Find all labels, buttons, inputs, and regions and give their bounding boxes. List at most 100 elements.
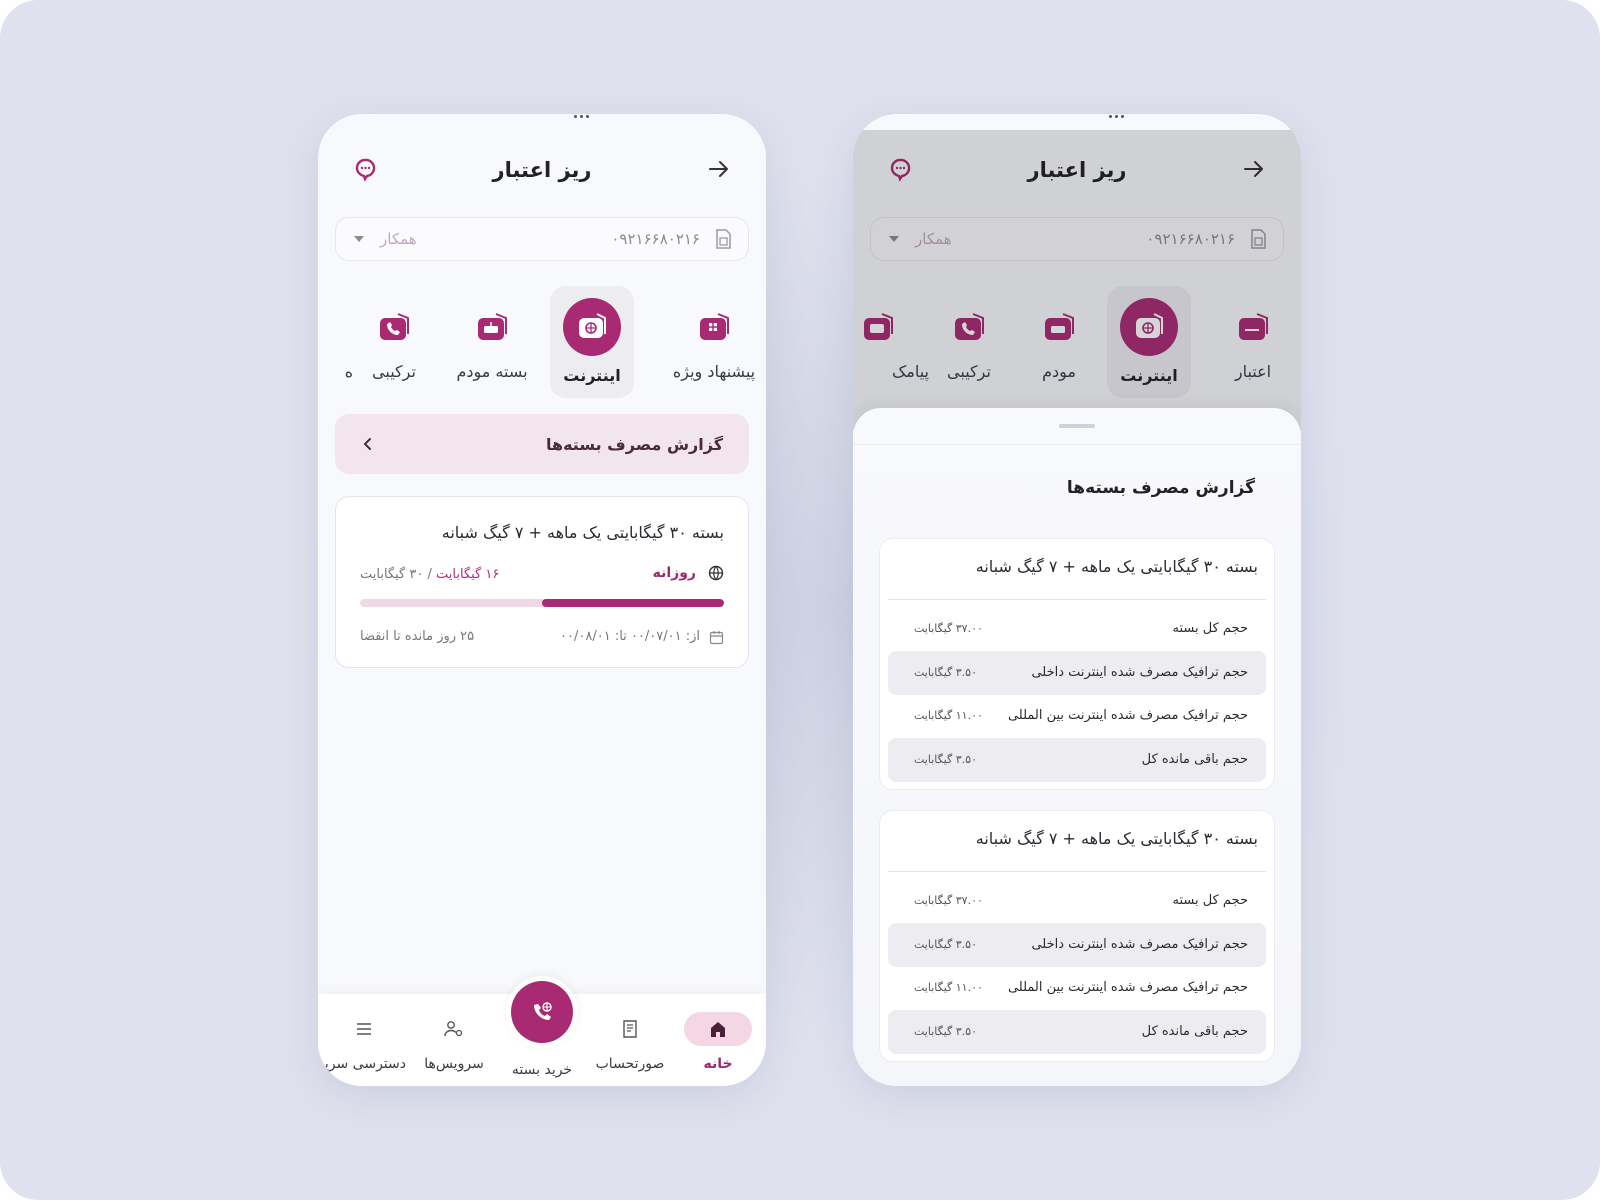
modem-icon xyxy=(1039,308,1079,348)
row-value: ۱۱.۰۰ گیگابایت xyxy=(914,981,983,994)
tab-special-offer[interactable]: پیشنهاد ویژه xyxy=(672,286,756,398)
usage-report-label: گزارش مصرف بسته‌ها xyxy=(545,434,723,454)
page-title: ریز اعتبار xyxy=(1027,158,1127,182)
report-row: حجم باقی مانده کل ۳.۵۰ گیگابایت xyxy=(888,1010,1266,1054)
header: ریز اعتبار xyxy=(318,140,766,200)
package-usage: ۱۶ گیگابایت / ۳۰ گیگابایت xyxy=(360,567,499,582)
nav-home[interactable]: خانه xyxy=(674,1012,762,1078)
line-selector[interactable]: ۰۹۲۱۶۶۸۰۲۱۶ همکار xyxy=(870,217,1284,261)
category-tabs: اعتبار اینترنت مودم ترکیبی پیامک xyxy=(853,286,1301,402)
support-chat-icon[interactable] xyxy=(352,156,378,182)
days-remaining: ۲۵ روز مانده تا انقضا xyxy=(360,629,475,644)
tab-combo[interactable]: ترکیبی xyxy=(352,286,436,398)
line-selector[interactable]: ۰۹۲۱۶۶۸۰۲۱۶ همکار xyxy=(335,217,749,261)
row-label: حجم باقی مانده کل xyxy=(1141,752,1248,767)
buy-package-label: خرید بسته xyxy=(511,1062,573,1078)
tab-sms[interactable]: پیامک xyxy=(853,286,929,398)
report-row: حجم ترافیک مصرف شده اینترنت داخلی ۳.۵۰ گ… xyxy=(888,651,1266,695)
tab-label: ه xyxy=(344,362,354,381)
usage-progress-bar xyxy=(360,599,724,607)
sim-card-icon xyxy=(712,228,734,250)
used-amount: ۱۶ گیگابایت xyxy=(435,567,500,582)
right-phone-screen: ریز اعتبار ۰۹۲۱۶۶۸۰۲۱۶ همکار اعتبار اینت… xyxy=(853,114,1301,1086)
tab-label: مودم xyxy=(1042,362,1076,381)
row-label: حجم ترافیک مصرف شده اینترنت بین المللی xyxy=(1007,708,1248,723)
nav-label: خانه xyxy=(703,1056,733,1072)
tab-label: پیشنهاد ویژه xyxy=(672,362,756,381)
package-card[interactable]: بسته ۳۰ گیگابایتی یک ماهه + ۷ گیگ شبانه … xyxy=(335,496,749,668)
report-row: حجم کل بسته ۳۷.۰۰ گیگابایت xyxy=(888,607,1266,651)
row-label: حجم ترافیک مصرف شده اینترنت داخلی xyxy=(1031,665,1248,680)
status-notch xyxy=(487,114,597,120)
left-phone-screen: ریز اعتبار ۰۹۲۱۶۶۸۰۲۱۶ همکار پیشنهاد ویژ… xyxy=(318,114,766,1086)
sheet-drag-handle[interactable] xyxy=(1059,424,1095,428)
page-title: ریز اعتبار xyxy=(492,158,592,182)
report-card: بسته ۳۰ گیگابایتی یک ماهه + ۷ گیگ شبانه … xyxy=(879,810,1275,1062)
menu-icon xyxy=(330,1012,398,1046)
buy-package-button[interactable] xyxy=(506,976,578,1048)
combo-icon xyxy=(374,308,414,348)
tab-partial[interactable]: ه xyxy=(318,286,358,398)
combo-icon xyxy=(949,308,989,348)
status-notch xyxy=(1022,114,1132,120)
calendar-icon xyxy=(709,630,724,645)
row-value: ۳.۵۰ گیگابایت xyxy=(914,1025,977,1038)
report-row: حجم ترافیک مصرف شده اینترنت بین المللی ۱… xyxy=(888,966,1266,1010)
report-package-name: بسته ۳۰ گیگابایتی یک ماهه + ۷ گیگ شبانه xyxy=(975,829,1258,848)
tab-label: ترکیبی xyxy=(372,362,416,381)
row-label: حجم ترافیک مصرف شده اینترنت بین المللی xyxy=(1007,980,1248,995)
sms-icon xyxy=(858,308,898,348)
nav-services[interactable]: سرویس‌ها xyxy=(410,1012,498,1078)
line-role: همکار xyxy=(915,230,952,248)
package-name: بسته ۳۰ گیگابایتی یک ماهه + ۷ گیگ شبانه xyxy=(441,523,724,542)
tab-label: بسته مودم xyxy=(456,362,528,381)
row-value: ۳.۵۰ گیگابایت xyxy=(914,753,977,766)
row-label: حجم کل بسته xyxy=(1172,893,1249,908)
nav-quick-access[interactable]: دسترسی سریع xyxy=(318,1012,410,1078)
back-arrow-icon[interactable] xyxy=(706,156,732,182)
phone-number: ۰۹۲۱۶۶۸۰۲۱۶ xyxy=(611,230,700,248)
support-chat-icon[interactable] xyxy=(887,156,913,182)
row-value: ۳.۵۰ گیگابایت xyxy=(914,666,977,679)
tab-modem[interactable]: بسته مودم xyxy=(450,286,534,398)
total-amount: ۳۰ گیگابایت xyxy=(360,567,424,582)
chevron-down-icon xyxy=(889,236,899,242)
report-row: حجم کل بسته ۳۷.۰۰ گیگابایت xyxy=(888,879,1266,923)
modem-icon xyxy=(472,308,512,348)
header: ریز اعتبار xyxy=(853,140,1301,200)
report-package-name: بسته ۳۰ گیگابایتی یک ماهه + ۷ گیگ شبانه xyxy=(975,557,1258,576)
sim-card-icon xyxy=(1247,228,1269,250)
row-label: حجم ترافیک مصرف شده اینترنت داخلی xyxy=(1031,937,1248,952)
sheet-title: گزارش مصرف بسته‌ها xyxy=(1066,478,1255,498)
internet-icon xyxy=(563,298,621,356)
canvas-background: ریز اعتبار ۰۹۲۱۶۶۸۰۲۱۶ همکار پیشنهاد ویژ… xyxy=(0,0,1600,1200)
services-icon xyxy=(420,1012,488,1046)
tab-internet[interactable]: اینترنت xyxy=(1107,286,1191,398)
tab-credit[interactable]: اعتبار xyxy=(1211,286,1295,398)
row-value: ۳.۵۰ گیگابایت xyxy=(914,938,977,951)
row-value: ۳۷.۰۰ گیگابایت xyxy=(914,622,983,635)
row-label: حجم باقی مانده کل xyxy=(1141,1024,1248,1039)
usage-report-button[interactable]: گزارش مصرف بسته‌ها xyxy=(335,414,749,474)
divider xyxy=(888,599,1266,600)
report-row: حجم ترافیک مصرف شده اینترنت داخلی ۳.۵۰ گ… xyxy=(888,923,1266,967)
report-row: حجم باقی مانده کل ۳.۵۰ گیگابایت xyxy=(888,738,1266,782)
back-arrow-icon[interactable] xyxy=(1241,156,1267,182)
tab-label: ترکیبی xyxy=(947,362,991,381)
nav-label: دسترسی سریع xyxy=(318,1056,406,1072)
report-card: بسته ۳۰ گیگابایتی یک ماهه + ۷ گیگ شبانه … xyxy=(879,538,1275,790)
chevron-down-icon xyxy=(354,236,364,242)
tab-label: اینترنت xyxy=(563,366,621,385)
line-role: همکار xyxy=(380,230,417,248)
tab-internet[interactable]: اینترنت xyxy=(550,286,634,398)
internet-icon xyxy=(1120,298,1178,356)
usage-separator: / xyxy=(423,567,436,582)
nav-label: صورتحساب xyxy=(595,1056,665,1072)
tab-combo[interactable]: ترکیبی xyxy=(927,286,1011,398)
category-tabs: پیشنهاد ویژه اینترنت بسته مودم ترکیبی ه xyxy=(318,286,766,402)
tab-label: اینترنت xyxy=(1120,366,1178,385)
nav-label: سرویس‌ها xyxy=(424,1056,484,1072)
divider xyxy=(888,871,1266,872)
tab-modem[interactable]: مودم xyxy=(1017,286,1101,398)
nav-bill[interactable]: صورتحساب xyxy=(586,1012,674,1078)
